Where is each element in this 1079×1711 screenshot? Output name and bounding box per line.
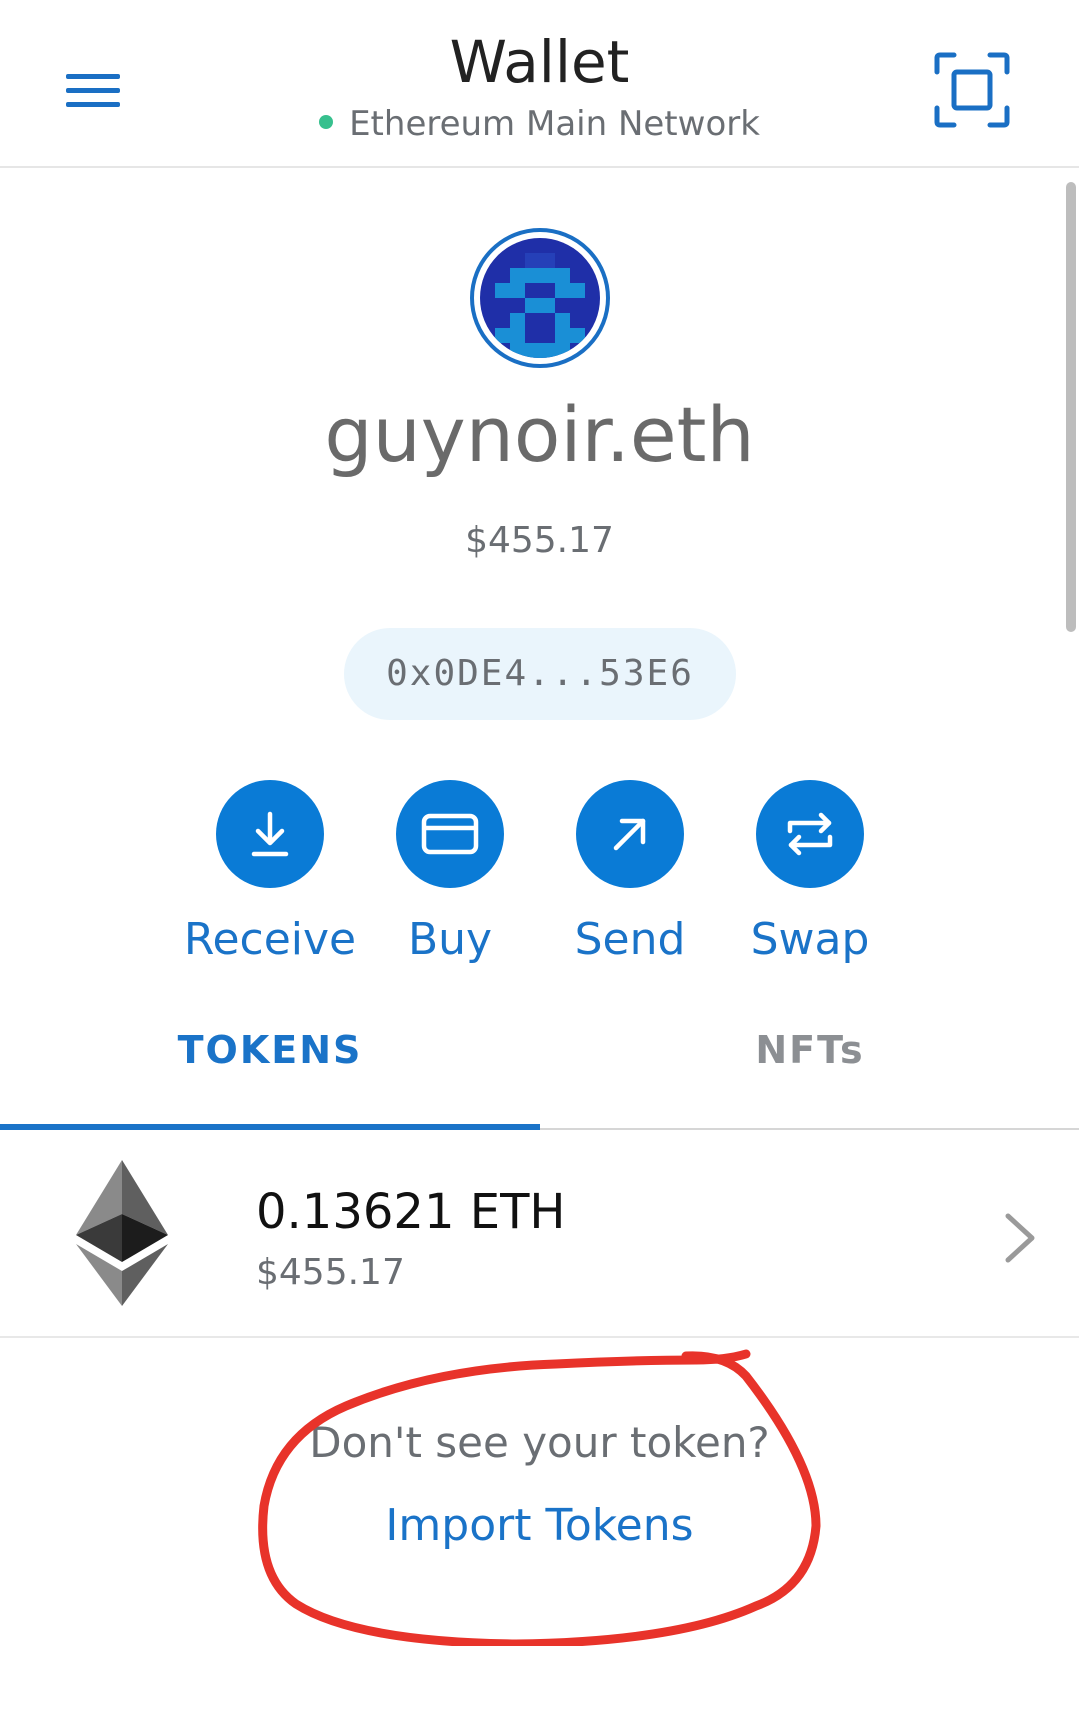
swap-button[interactable]: Swap — [720, 780, 900, 980]
download-arrow-icon — [216, 780, 324, 888]
active-tab-indicator — [0, 1124, 540, 1130]
account-avatar[interactable] — [470, 228, 610, 368]
chevron-right-icon — [1002, 1210, 1038, 1266]
network-name: Ethereum Main Network — [349, 104, 760, 144]
token-fiat-value: $455.17 — [256, 1252, 405, 1293]
network-indicator[interactable]: Ethereum Main Network — [0, 104, 1079, 144]
send-label: Send — [574, 914, 686, 965]
missing-token-prompt: Don't see your token? — [309, 1418, 770, 1467]
tab-tokens[interactable]: TOKENS — [0, 1010, 540, 1130]
annotation-circle — [256, 1346, 836, 1649]
credit-card-icon — [396, 780, 504, 888]
identicon — [480, 238, 600, 358]
token-amount: 0.13621 ETH — [256, 1184, 566, 1240]
network-status-dot — [319, 114, 334, 129]
page-title: Wallet — [449, 28, 630, 96]
receive-button[interactable]: Receive — [180, 780, 360, 980]
wallet-screen: Wallet Ethereum Main Network guynoir.eth… — [0, 0, 1079, 1711]
swap-arrows-icon — [756, 780, 864, 888]
swap-label: Swap — [750, 914, 870, 965]
app-header: Wallet Ethereum Main Network — [0, 0, 1079, 168]
import-tokens-link[interactable]: Import Tokens — [0, 1500, 1079, 1551]
arrow-up-right-icon — [576, 780, 684, 888]
ethereum-logo-icon — [76, 1160, 168, 1306]
receive-label: Receive — [183, 914, 357, 965]
send-button[interactable]: Send — [540, 780, 720, 980]
buy-label: Buy — [407, 914, 493, 965]
buy-button[interactable]: Buy — [360, 780, 540, 980]
account-address-button[interactable]: 0x0DE4...53E6 — [344, 628, 736, 720]
qr-scan-icon[interactable] — [934, 52, 1010, 128]
asset-tabs: TOKENS NFTs — [0, 1010, 1079, 1130]
token-list-item[interactable]: 0.13621 ETH $455.17 — [0, 1132, 1079, 1338]
account-name: guynoir.eth — [324, 390, 755, 479]
tab-nfts[interactable]: NFTs — [540, 1010, 1079, 1130]
account-balance: $455.17 — [465, 520, 614, 561]
